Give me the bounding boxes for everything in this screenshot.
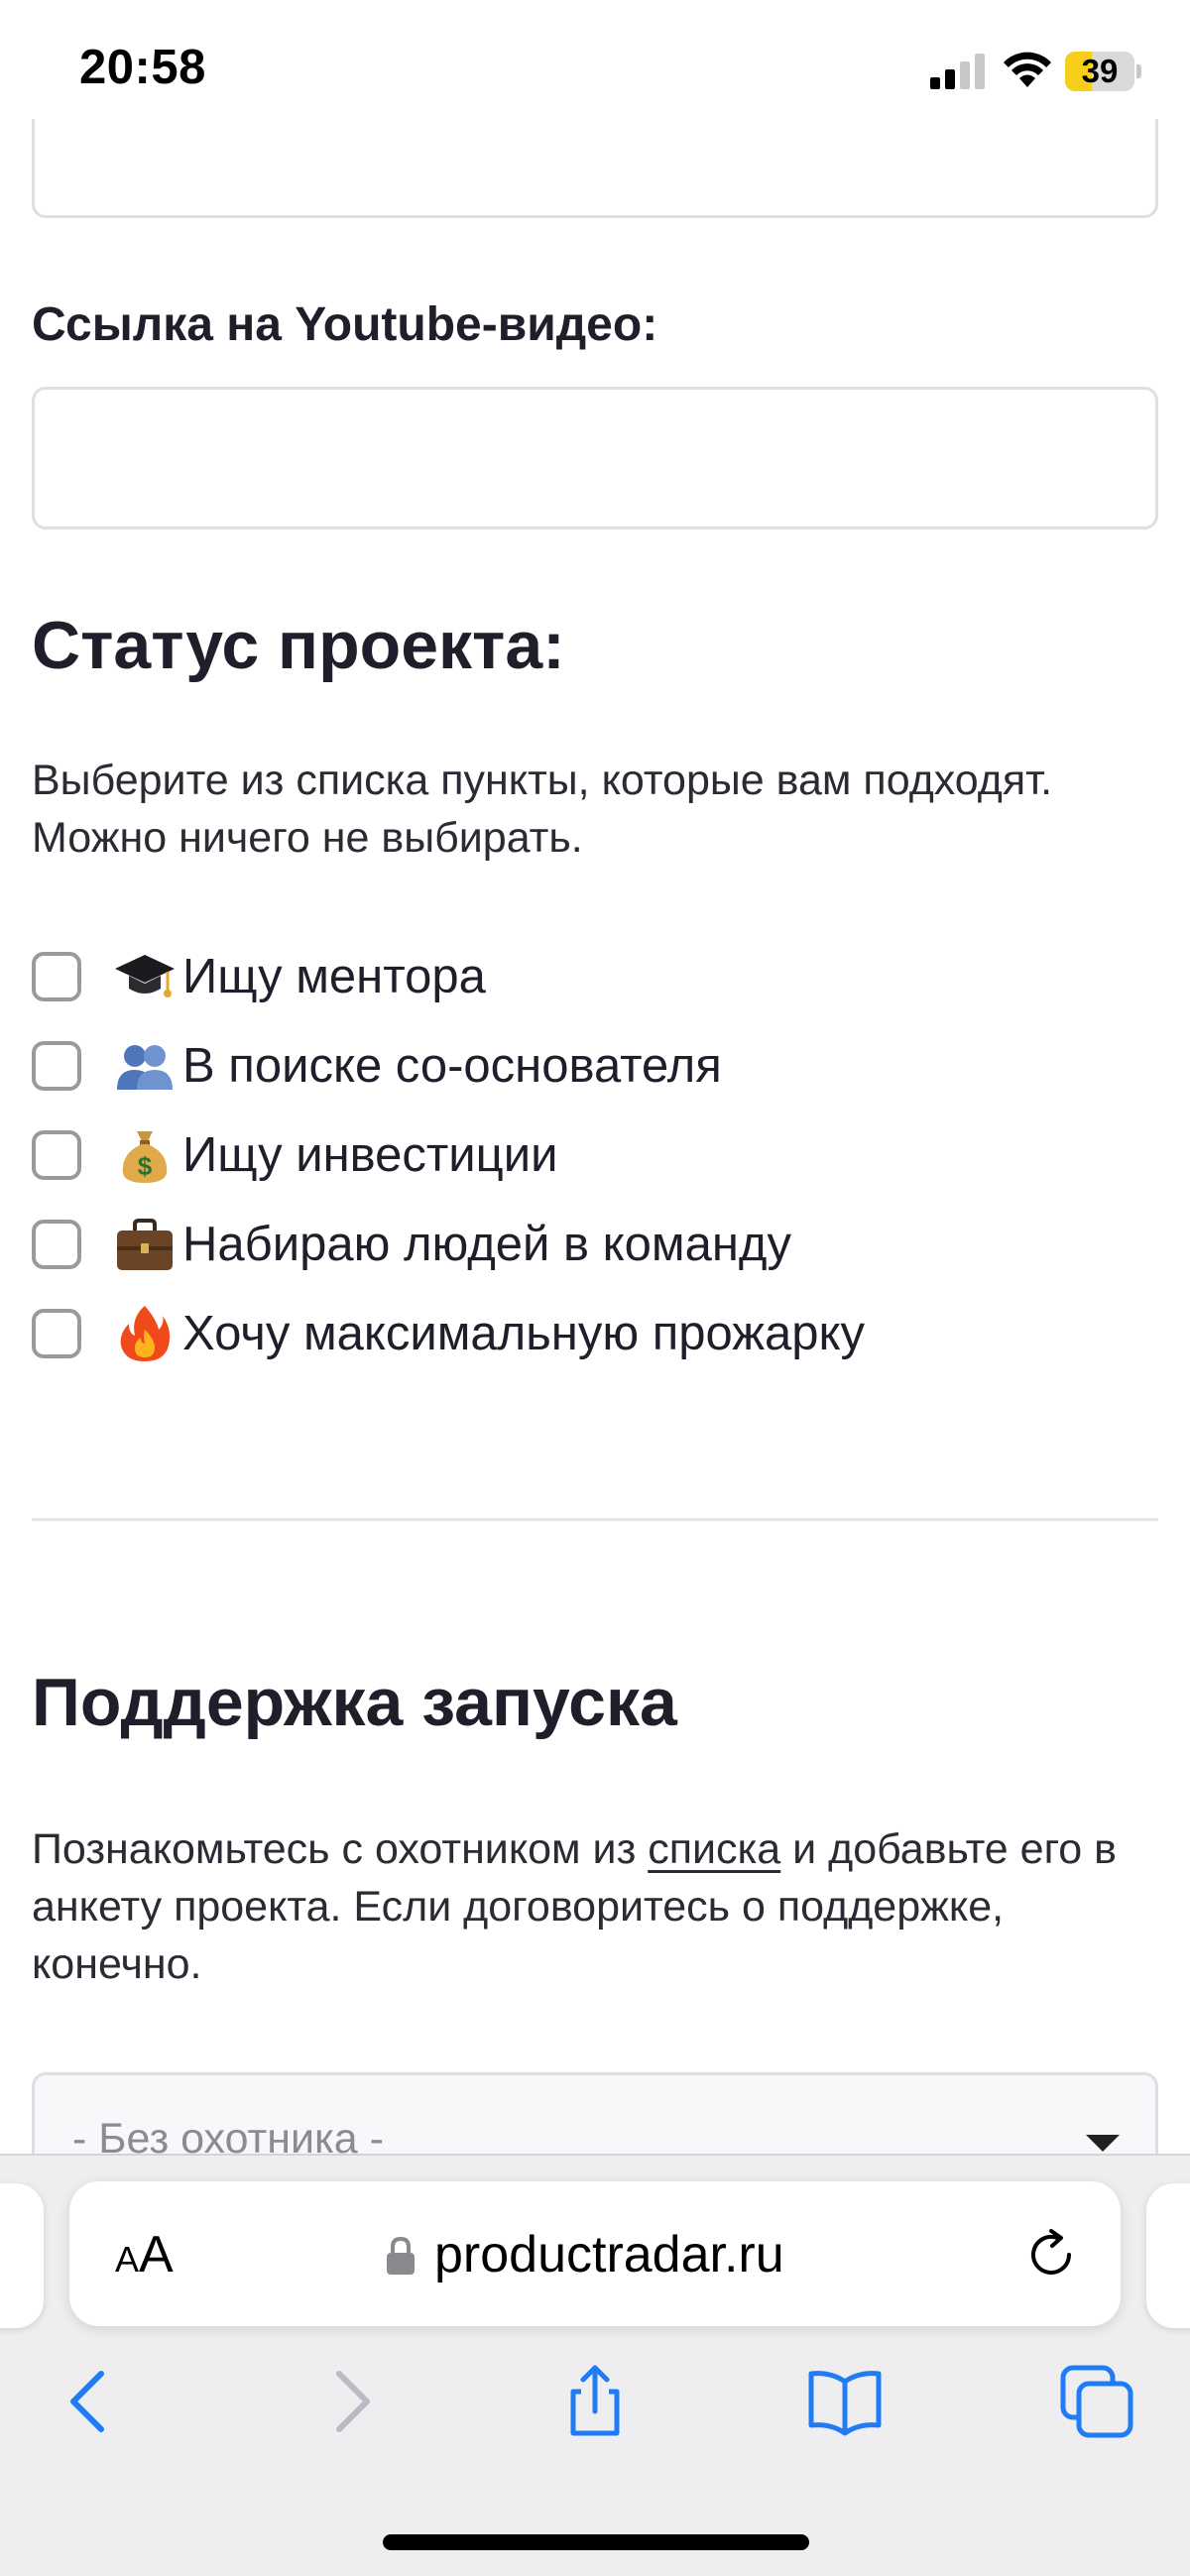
reload-icon[interactable]	[1021, 2225, 1081, 2284]
aa-large: A	[139, 2226, 174, 2283]
option-investment[interactable]: $ Ищу инвестиции	[32, 1111, 1162, 1200]
money-bag-icon: $	[122, 1131, 168, 1183]
option-label: Хочу максимальную прожарку	[182, 1307, 865, 1360]
chevron-down-icon	[1086, 2135, 1120, 2152]
wifi-icon	[1004, 52, 1051, 87]
option-mentor[interactable]: Ищу ментора	[32, 932, 1162, 1021]
briefcase-icon	[117, 1219, 173, 1270]
address-bar[interactable]: AA productradar.ru	[69, 2181, 1121, 2326]
lock-icon	[387, 2236, 415, 2275]
aa-small: A	[115, 2239, 140, 2280]
support-text-before: Познакомьтесь с охотником из	[32, 1825, 649, 1873]
people-icon	[117, 1045, 173, 1090]
checkbox[interactable]	[32, 1309, 81, 1358]
forward-icon[interactable]	[309, 2362, 389, 2441]
status-heading: Статус проекта:	[32, 608, 565, 683]
youtube-field[interactable]	[32, 387, 1158, 529]
battery-level: 39	[1081, 53, 1119, 89]
option-label: Набираю людей в команду	[182, 1218, 792, 1271]
fire-icon	[120, 1306, 171, 1361]
status-bar: 20:58 39	[0, 0, 1190, 139]
section-divider	[32, 1518, 1158, 1521]
graduation-cap-icon	[115, 955, 175, 997]
back-icon[interactable]	[52, 2362, 131, 2441]
status-description: Выберите из списка пункты, которые вам п…	[32, 757, 1053, 862]
browser-toolbar: AA productradar.ru	[0, 2154, 1190, 2576]
status-time: 20:58	[79, 41, 206, 94]
hunters-list-link[interactable]: списка	[648, 1825, 780, 1873]
option-label: В поиске со-основателя	[182, 1039, 722, 1093]
support-description: Познакомьтесь с охотником из списка и до…	[32, 1820, 1162, 1993]
option-hiring[interactable]: Набираю людей в команду	[32, 1200, 1162, 1289]
signal-icon	[930, 54, 985, 89]
previous-field[interactable]	[32, 119, 1158, 218]
svg-text:$: $	[138, 1151, 153, 1181]
status-options: Ищу ментора В поиске со-основателя $ Ищу…	[32, 932, 1162, 1378]
reader-settings-button[interactable]: AA	[115, 2225, 204, 2284]
youtube-label: Ссылка на Youtube-видео:	[32, 298, 658, 351]
option-label: Ищу ментора	[182, 950, 486, 1003]
battery-icon: 39	[1065, 52, 1141, 91]
checkbox[interactable]	[32, 952, 81, 1001]
checkbox[interactable]	[32, 1041, 81, 1091]
tabs-icon[interactable]	[1057, 2362, 1136, 2441]
youtube-input[interactable]	[35, 390, 1155, 527]
option-label: Ищу инвестиции	[182, 1128, 558, 1182]
option-cofounder[interactable]: В поиске со-основателя	[32, 1021, 1162, 1111]
previous-field-input[interactable]	[35, 119, 1155, 215]
home-indicator[interactable]	[383, 2534, 809, 2550]
share-icon[interactable]	[555, 2362, 635, 2441]
bookmarks-icon[interactable]	[805, 2362, 885, 2441]
url-text: productradar.ru	[434, 2226, 784, 2283]
previous-tab-peek[interactable]	[0, 2183, 44, 2328]
support-heading: Поддержка запуска	[32, 1665, 677, 1740]
option-roast[interactable]: Хочу максимальную прожарку	[32, 1289, 1162, 1378]
checkbox[interactable]	[32, 1130, 81, 1180]
checkbox[interactable]	[32, 1220, 81, 1269]
next-tab-peek[interactable]	[1146, 2183, 1190, 2328]
